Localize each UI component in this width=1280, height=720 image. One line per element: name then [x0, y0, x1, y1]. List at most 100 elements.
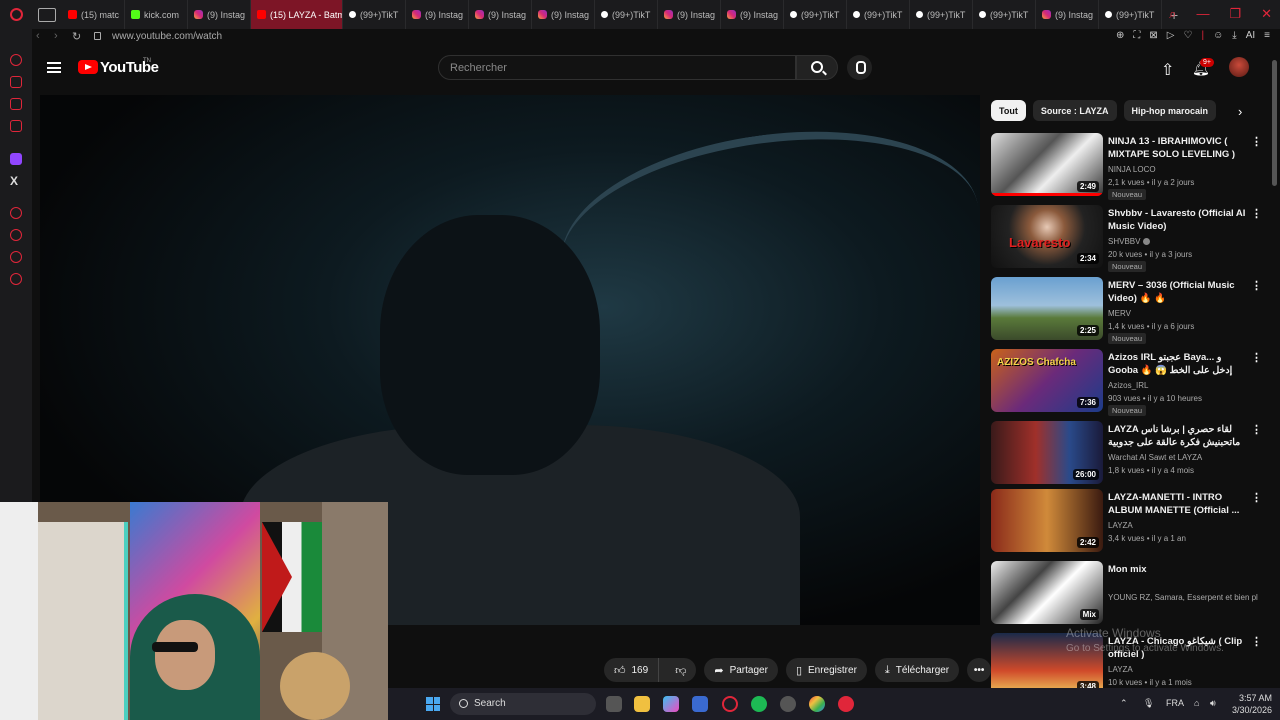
- browser-tab[interactable]: (99+)TikT: [910, 0, 973, 29]
- minimize-button[interactable]: —: [1196, 6, 1209, 22]
- channel-name[interactable]: Warchat Al Sawt et LAYZA: [1108, 453, 1202, 462]
- recommended-video[interactable]: 2:25 MERV – 3036 (Official Music Video) 🔥…: [991, 277, 1269, 344]
- taskbar-clock[interactable]: 3:57 AM 3/30/2026: [1222, 692, 1272, 716]
- browser-tab[interactable]: (9) Instag: [721, 0, 784, 29]
- browser-tab[interactable]: (99+)TikT: [784, 0, 847, 29]
- video-thumbnail[interactable]: Mix: [991, 561, 1103, 624]
- channel-name[interactable]: Azizos_IRL: [1108, 381, 1148, 390]
- play-icon[interactable]: ▷: [1167, 30, 1175, 41]
- channel-name[interactable]: NINJA LOCO: [1108, 165, 1156, 174]
- tv-icon[interactable]: [10, 120, 22, 132]
- browser-tab[interactable]: (9) Instag: [532, 0, 595, 29]
- steam-icon[interactable]: [780, 696, 796, 712]
- video-title[interactable]: LAYZA-MANETTI - INTRO ALBUM MANETTE (Off…: [1108, 491, 1246, 517]
- chevron-right-icon[interactable]: ›: [1238, 104, 1242, 119]
- browser-tab[interactable]: (99+)TikT: [847, 0, 910, 29]
- voice-search-button[interactable]: [847, 55, 872, 80]
- twitch-icon[interactable]: [10, 153, 22, 165]
- history-icon[interactable]: [10, 54, 22, 66]
- browser-tab[interactable]: (99+)TikT: [343, 0, 406, 29]
- dislike-button[interactable]: 👎︎: [665, 658, 696, 682]
- more-options-icon[interactable]: ⋮: [1251, 635, 1262, 648]
- network-icon[interactable]: ⌂: [1194, 698, 1199, 708]
- more-options-icon[interactable]: ⋮: [1251, 491, 1262, 504]
- url-field[interactable]: www.youtube.com/watch: [112, 31, 222, 42]
- maximize-button[interactable]: ❐: [1229, 6, 1241, 22]
- more-options-icon[interactable]: ⋮: [1251, 279, 1262, 292]
- save-button[interactable]: ▯ Enregistrer: [785, 658, 867, 682]
- reload-button[interactable]: ↻: [72, 30, 81, 43]
- video-thumbnail[interactable]: 26:00: [991, 421, 1103, 484]
- chrome-icon[interactable]: [809, 696, 825, 712]
- more-options-icon[interactable]: ⋮: [1251, 423, 1262, 436]
- back-button[interactable]: ‹: [36, 30, 40, 42]
- search-input[interactable]: [439, 56, 795, 79]
- pin-icon[interactable]: ⊕: [1116, 30, 1124, 41]
- recommended-video[interactable]: 2:42 LAYZA-MANETTI - INTRO ALBUM MANETTE …: [991, 489, 1269, 553]
- channel-name[interactable]: SHVBBV: [1108, 237, 1140, 246]
- tray-overflow-icon[interactable]: ⌃: [1120, 698, 1128, 709]
- filter-chip[interactable]: Source : LAYZA: [1032, 100, 1117, 121]
- video-thumbnail[interactable]: 2:42: [991, 489, 1103, 552]
- heart-icon[interactable]: ♡: [1183, 30, 1192, 41]
- video-title[interactable]: Mon mix: [1108, 563, 1246, 576]
- spotify-icon[interactable]: [751, 696, 767, 712]
- aria-ai-button[interactable]: AI: [1246, 30, 1255, 41]
- video-title[interactable]: NINJA 13 - IBRAHIMOVIC ( MIXTAPE SOLO LE…: [1108, 135, 1246, 161]
- browser-tab[interactable]: (99+)TikT: [1099, 0, 1162, 29]
- browser-tab[interactable]: (9) Instag: [658, 0, 721, 29]
- forward-button[interactable]: ›: [54, 30, 58, 42]
- video-thumbnail[interactable]: 2:49: [991, 133, 1103, 196]
- menu-icon[interactable]: ≡: [1264, 30, 1270, 41]
- copilot-icon[interactable]: [663, 696, 679, 712]
- language-indicator[interactable]: FRA: [1166, 698, 1184, 708]
- opera-logo-icon[interactable]: [0, 0, 32, 29]
- video-title[interactable]: MERV – 3036 (Official Music Video) 🔥 🔥: [1108, 279, 1246, 305]
- hamburger-menu-icon[interactable]: [47, 62, 61, 73]
- channel-name[interactable]: YOUNG RZ, Samara, Esserpent et bien pl..…: [1108, 593, 1258, 602]
- windows-start-icon[interactable]: [426, 697, 440, 711]
- youtube-logo-icon[interactable]: [78, 60, 98, 74]
- video-thumbnail[interactable]: 2:25: [991, 277, 1103, 340]
- snapshot-icon[interactable]: ⛶: [1133, 30, 1140, 41]
- more-options-icon[interactable]: ⋮: [1251, 207, 1262, 220]
- channel-name[interactable]: LAYZA: [1108, 665, 1133, 674]
- settings-gear-icon[interactable]: [10, 273, 22, 285]
- ad-block-icon[interactable]: ⊠: [1149, 30, 1157, 41]
- browser-tab[interactable]: (9) Instag: [188, 0, 251, 29]
- more-options-icon[interactable]: ⋮: [1251, 135, 1262, 148]
- browser-tab[interactable]: (9) Instag: [469, 0, 532, 29]
- scrollbar[interactable]: [1272, 60, 1277, 186]
- browser-tab[interactable]: (9) Instag: [1036, 0, 1099, 29]
- video-thumbnail[interactable]: Lavaresto 2:34: [991, 205, 1103, 268]
- microsoft-store-icon[interactable]: [692, 696, 708, 712]
- opera-icon[interactable]: [838, 696, 854, 712]
- browser-tab[interactable]: (15) matc: [62, 0, 125, 29]
- microphone-icon[interactable]: 🎙︎: [1143, 698, 1154, 709]
- video-title[interactable]: LAYZA لقاء حصري | برشا ناس ماتحبنيش فكرة…: [1108, 423, 1246, 449]
- channel-name[interactable]: LAYZA: [1108, 521, 1133, 530]
- clock-icon[interactable]: [10, 229, 22, 241]
- recommended-video[interactable]: AZIZOS Chafcha 7:36 Azizos IRL عجبتو Baya.…: [991, 349, 1269, 416]
- share-button[interactable]: ➦ Partager: [704, 658, 778, 682]
- filter-chip[interactable]: Hip-hop marocain: [1123, 100, 1217, 121]
- upload-icon[interactable]: ⇧: [1161, 60, 1174, 80]
- workspace-icon[interactable]: [10, 76, 22, 88]
- volume-icon[interactable]: 🔊︎: [1210, 698, 1216, 709]
- file-explorer-icon[interactable]: [634, 696, 650, 712]
- recommended-video[interactable]: 26:00 LAYZA لقاء حصري | برشا ناس ماتحبنيش…: [991, 421, 1269, 485]
- avatar[interactable]: [1229, 57, 1249, 77]
- tab-overview-icon[interactable]: [38, 7, 56, 22]
- profile-icon[interactable]: ☺: [1213, 30, 1223, 41]
- channel-name[interactable]: MERV: [1108, 309, 1131, 318]
- recommended-video[interactable]: 2:49 NINJA 13 - IBRAHIMOVIC ( MIXTAPE SOL…: [991, 133, 1269, 200]
- video-thumbnail[interactable]: AZIZOS Chafcha 7:36: [991, 349, 1103, 412]
- browser-tab[interactable]: kick.com: [125, 0, 188, 29]
- x-twitter-icon[interactable]: X: [10, 174, 18, 188]
- taskbar-search[interactable]: Search: [450, 693, 596, 715]
- player-icon[interactable]: [10, 207, 22, 219]
- close-button[interactable]: ✕: [1261, 6, 1272, 22]
- opera-gx-icon[interactable]: [722, 696, 738, 712]
- browser-tab[interactable]: (9) Instag: [406, 0, 469, 29]
- recommended-video[interactable]: Lavaresto 2:34 Shvbbv - Lavaresto (Officia…: [991, 205, 1269, 272]
